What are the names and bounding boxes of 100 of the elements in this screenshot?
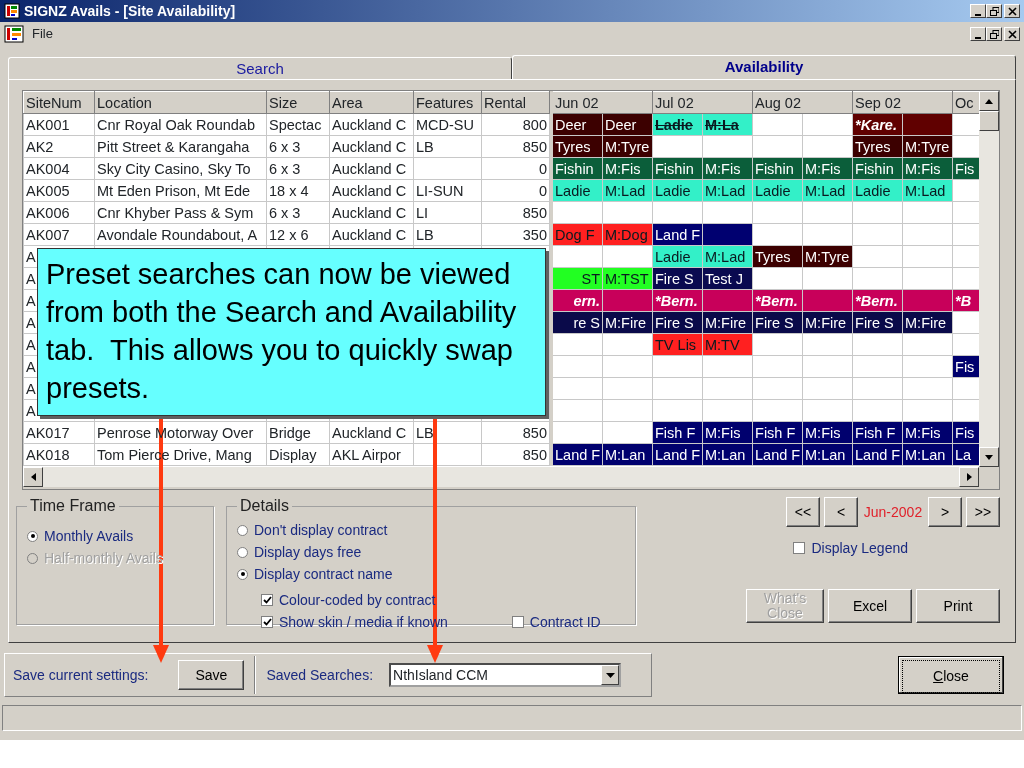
table-cell: Sky City Casino, Sky To bbox=[94, 157, 267, 180]
scroll-right-button[interactable] bbox=[959, 467, 979, 487]
table-cell: Mt Eden Prison, Mt Ede bbox=[94, 179, 267, 202]
callout-note: Preset searches can now be viewed from both the Search and Availability tab. This allows you to quickly swap presets. bbox=[37, 248, 546, 416]
column-header[interactable]: SiteNum bbox=[23, 91, 95, 114]
scroll-up-button[interactable] bbox=[979, 91, 999, 111]
table-cell: 6 x 3 bbox=[266, 157, 330, 180]
column-header[interactable]: Rental bbox=[481, 91, 550, 114]
column-header[interactable]: Jul 02 bbox=[652, 91, 753, 114]
table-cell: LI bbox=[413, 201, 482, 224]
column-header[interactable]: Jun 02 bbox=[552, 91, 653, 114]
table-cell: AK004 bbox=[23, 157, 95, 180]
period-label: Jun-2002 bbox=[862, 502, 924, 522]
table-cell: AK2 bbox=[23, 135, 95, 158]
tab[interactable]: Search bbox=[8, 57, 512, 79]
table-cell: LB bbox=[413, 223, 482, 246]
nav-button[interactable]: >> bbox=[966, 497, 1000, 527]
table-cell: Pitt Street & Karangaha bbox=[94, 135, 267, 158]
close-window-button[interactable] bbox=[1004, 27, 1020, 41]
table-cell: Auckland C bbox=[329, 179, 414, 202]
table-cell: Cnr Khyber Pass & Sym bbox=[94, 201, 267, 224]
column-header[interactable]: Area bbox=[329, 91, 414, 114]
scroll-thumb[interactable] bbox=[979, 111, 999, 131]
minimize-button[interactable] bbox=[970, 4, 986, 18]
column-header[interactable]: Aug 02 bbox=[752, 91, 853, 114]
saved-searches-dropdown[interactable]: NthIsland CCM bbox=[389, 663, 622, 687]
app-icon bbox=[4, 25, 24, 43]
radio-label: Display days free bbox=[254, 542, 362, 562]
table-cell: AK007 bbox=[23, 223, 95, 246]
minimize-icon bbox=[975, 13, 981, 16]
combo-value: NthIsland CCM bbox=[393, 665, 488, 685]
close-window-button[interactable] bbox=[1004, 4, 1020, 18]
checkbox[interactable] bbox=[511, 616, 524, 628]
table-cell: 12 x 6 bbox=[266, 223, 330, 246]
radio-button[interactable] bbox=[237, 524, 248, 536]
tab[interactable]: Availability bbox=[512, 55, 1016, 79]
minimize-button[interactable] bbox=[970, 27, 986, 41]
table-cell: 850 bbox=[481, 443, 550, 466]
table-cell: AKL Airpor bbox=[329, 443, 414, 466]
table-cell: LI-SUN bbox=[413, 179, 482, 202]
action-button[interactable]: Print bbox=[916, 589, 1000, 623]
close-button[interactable]: Close bbox=[898, 656, 1004, 694]
checkbox[interactable] bbox=[261, 594, 273, 606]
table-cell: Display bbox=[266, 443, 330, 466]
table-cell: 850 bbox=[481, 135, 550, 158]
checkbox-label: Display Legend bbox=[811, 538, 908, 558]
horizontal-scrollbar[interactable] bbox=[23, 467, 979, 487]
vertical-scrollbar[interactable] bbox=[979, 91, 999, 467]
table-cell: Auckland C bbox=[329, 201, 414, 224]
caret-icon bbox=[605, 672, 615, 678]
table-cell: AK005 bbox=[23, 179, 95, 202]
close-icon bbox=[1007, 29, 1017, 39]
table-cell: 850 bbox=[481, 421, 550, 444]
checkbox[interactable] bbox=[793, 542, 806, 554]
close-icon bbox=[1007, 6, 1017, 16]
checkbox[interactable] bbox=[261, 616, 273, 628]
radio-label: Don't display contract bbox=[254, 520, 388, 540]
column-header[interactable]: Sep 02 bbox=[852, 91, 953, 114]
table-cell: Auckland C bbox=[329, 157, 414, 180]
down-arrow-icon bbox=[985, 454, 993, 460]
table-cell: Cnr Royal Oak Roundab bbox=[94, 113, 267, 136]
table-cell: 350 bbox=[481, 223, 550, 246]
radio-button[interactable] bbox=[237, 546, 248, 558]
group-title: Details bbox=[239, 497, 290, 515]
dropdown-button[interactable] bbox=[601, 665, 620, 685]
table-cell: Avondale Roundabout, A bbox=[94, 223, 267, 246]
radio-label: Monthly Avails bbox=[44, 526, 134, 546]
table-cell: Auckland C bbox=[329, 113, 414, 136]
column-header[interactable]: Location bbox=[94, 91, 267, 114]
nav-button[interactable]: < bbox=[824, 497, 858, 527]
table-cell: AK006 bbox=[23, 201, 95, 224]
radio-button[interactable] bbox=[237, 568, 248, 580]
radio-button[interactable] bbox=[27, 530, 38, 542]
nav-button[interactable]: > bbox=[928, 497, 962, 527]
column-header[interactable]: Features bbox=[413, 91, 482, 114]
restore-icon bbox=[989, 6, 999, 16]
restore-icon bbox=[989, 29, 999, 39]
table-cell: 6 x 3 bbox=[266, 135, 330, 158]
table-cell: Auckland C bbox=[329, 421, 414, 444]
nav-button[interactable]: << bbox=[786, 497, 820, 527]
restore-button[interactable] bbox=[986, 4, 1002, 18]
table-cell: Spectac bbox=[266, 113, 330, 136]
table-cell: LB bbox=[413, 421, 482, 444]
up-arrow-icon bbox=[985, 98, 993, 104]
restore-button[interactable] bbox=[986, 27, 1002, 41]
checkbox-label: Contract ID bbox=[529, 612, 601, 632]
action-button[interactable]: Excel bbox=[828, 589, 912, 623]
table-cell: Auckland C bbox=[329, 135, 414, 158]
table-cell: 0 bbox=[481, 179, 550, 202]
table-cell: 850 bbox=[481, 201, 550, 224]
table-cell: Auckland C bbox=[329, 223, 414, 246]
menu-item[interactable]: File bbox=[32, 24, 53, 44]
group-title: Time Frame bbox=[29, 497, 117, 515]
save-button[interactable]: Save bbox=[178, 660, 245, 690]
right-arrow-icon bbox=[966, 473, 972, 481]
scroll-left-button[interactable] bbox=[23, 467, 43, 487]
table-cell: MCD-SU bbox=[413, 113, 482, 136]
column-header[interactable]: Oc bbox=[952, 91, 980, 114]
scroll-down-button[interactable] bbox=[979, 447, 999, 467]
column-header[interactable]: Size bbox=[266, 91, 330, 114]
